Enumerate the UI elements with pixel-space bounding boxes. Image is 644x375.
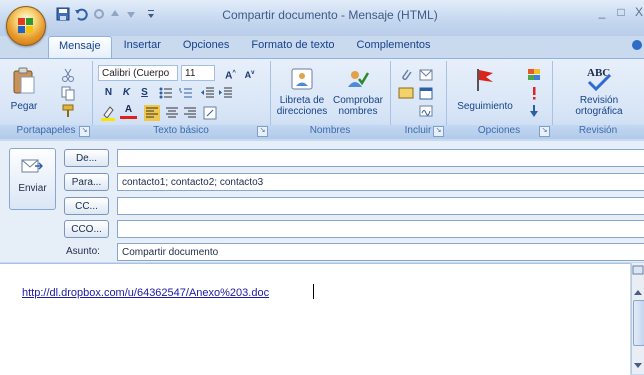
align-left-icon[interactable] xyxy=(144,105,160,121)
tab-complementos[interactable]: Complementos xyxy=(347,36,441,58)
align-center-icon[interactable] xyxy=(164,105,180,121)
bcc-field[interactable] xyxy=(117,220,644,238)
address-book-icon xyxy=(291,68,313,90)
grow-font-button[interactable]: A^ xyxy=(222,65,239,81)
customize-toolbar-icon[interactable] xyxy=(142,6,160,22)
send-button[interactable]: Enviar xyxy=(9,148,56,210)
underline-button[interactable]: S xyxy=(136,85,153,101)
paste-icon xyxy=(13,67,35,94)
group-label-nombres: Nombres xyxy=(270,125,390,139)
to-field[interactable]: contacto1; contacto2; contacto3 xyxy=(117,173,644,191)
bullets-icon[interactable] xyxy=(158,85,174,101)
tab-insertar[interactable]: Insertar xyxy=(114,36,171,58)
scroll-up-icon[interactable] xyxy=(633,288,643,296)
signature-icon[interactable] xyxy=(418,103,434,119)
format-painter-icon[interactable] xyxy=(60,103,76,119)
group-opciones: Seguimiento Opciones ↘ xyxy=(446,61,553,139)
subject-field[interactable]: Compartir documento xyxy=(117,243,644,261)
font-color-icon[interactable]: A xyxy=(120,103,137,119)
categorize-icon[interactable] xyxy=(526,67,542,83)
scroll-thumb[interactable] xyxy=(633,300,644,346)
font-size-combo[interactable]: 11 xyxy=(181,65,215,81)
font-name-combo[interactable]: Calibri (Cuerpo xyxy=(98,65,178,81)
from-field[interactable] xyxy=(117,149,644,167)
minimize-button[interactable]: _ xyxy=(593,5,611,21)
business-card-icon[interactable] xyxy=(398,85,414,101)
ribbon-tabs: Mensaje Insertar Opciones Formato de tex… xyxy=(48,36,443,61)
to-button[interactable]: Para... xyxy=(64,173,109,191)
attach-file-icon[interactable] xyxy=(398,67,414,83)
attach-item-icon[interactable] xyxy=(418,67,434,83)
send-envelope-icon xyxy=(21,159,43,173)
tab-opciones[interactable]: Opciones xyxy=(173,36,239,58)
address-book-label: Libreta de direcciones xyxy=(276,95,328,117)
subject-label: Asunto: xyxy=(66,246,100,257)
text-caret xyxy=(313,284,314,299)
paste-button[interactable]: Pegar xyxy=(4,65,44,121)
check-names-icon xyxy=(348,71,370,87)
numbering-icon[interactable] xyxy=(178,85,194,101)
align-right-icon[interactable] xyxy=(182,105,198,121)
spelling-label: Revisión ortográfica xyxy=(575,95,623,117)
check-names-label: Comprobar nombres xyxy=(332,95,384,117)
dialog-launcher-icon[interactable]: ↘ xyxy=(257,126,268,137)
address-book-button[interactable]: Libreta de direcciones xyxy=(276,65,328,121)
cc-field[interactable] xyxy=(117,197,644,215)
maximize-button[interactable]: □ xyxy=(612,5,630,21)
bcc-button[interactable]: CCO... xyxy=(64,220,109,238)
group-nombres: Libreta de direcciones Comprobar nombres… xyxy=(270,61,391,139)
group-incluir: Incluir ↘ xyxy=(390,61,447,139)
close-button[interactable]: X xyxy=(630,5,644,21)
low-importance-icon[interactable] xyxy=(526,103,542,119)
group-revision: ABC Revisión ortográfica Revisión xyxy=(552,61,644,139)
dialog-launcher-icon[interactable]: ↘ xyxy=(433,126,444,137)
ruler-toggle-icon[interactable] xyxy=(632,265,644,275)
shrink-font-button[interactable]: Av xyxy=(241,65,258,81)
highlight-icon[interactable] xyxy=(100,105,116,121)
window-title: Compartir documento - Mensaje (HTML) xyxy=(222,8,438,22)
dialog-launcher-icon[interactable]: ↘ xyxy=(79,126,90,137)
group-texto-basico: Calibri (Cuerpo 11 A^ Av N K S A Texto b… xyxy=(92,61,271,139)
calendar-icon[interactable] xyxy=(418,85,434,101)
body-link[interactable]: http://dl.dropbox.com/u/64362547/Anexo%2… xyxy=(22,287,269,299)
tab-formato-de-texto[interactable]: Formato de texto xyxy=(241,36,344,58)
group-label-opciones: Opciones xyxy=(446,125,552,139)
follow-up-flag-icon xyxy=(477,69,493,91)
follow-up-button[interactable]: Seguimiento xyxy=(452,65,518,121)
send-label: Enviar xyxy=(18,183,47,194)
group-portapapeles: Pegar Portapapeles ↘ xyxy=(0,61,93,139)
decrease-indent-icon[interactable] xyxy=(200,85,216,101)
check-names-button[interactable]: Comprobar nombres xyxy=(330,65,386,121)
message-body[interactable] xyxy=(0,263,630,375)
high-importance-icon[interactable] xyxy=(526,85,542,101)
increase-indent-icon[interactable] xyxy=(218,85,234,101)
cc-button[interactable]: CC... xyxy=(64,197,109,215)
from-button[interactable]: De... xyxy=(64,149,109,167)
help-icon[interactable] xyxy=(632,40,642,50)
spelling-button[interactable]: ABC Revisión ortográfica xyxy=(564,65,634,121)
copy-icon[interactable] xyxy=(60,85,76,101)
group-label-texto-basico: Texto básico xyxy=(92,125,270,139)
group-label-revision: Revisión xyxy=(552,125,644,139)
italic-button[interactable]: K xyxy=(118,85,135,101)
save-icon[interactable] xyxy=(54,6,72,22)
undo-icon[interactable] xyxy=(72,6,90,22)
cut-icon[interactable] xyxy=(60,67,76,83)
paste-label: Pegar xyxy=(10,101,38,112)
dialog-launcher-icon[interactable]: ↘ xyxy=(539,126,550,137)
scroll-down-icon[interactable] xyxy=(633,362,643,370)
clear-format-icon[interactable] xyxy=(202,105,218,121)
bold-button[interactable]: N xyxy=(100,85,117,101)
arrow-down-icon[interactable] xyxy=(122,6,140,22)
follow-up-label: Seguimiento xyxy=(457,101,513,112)
spelling-check-icon: ABC xyxy=(587,67,612,92)
office-button[interactable] xyxy=(6,6,46,46)
ribbon: Pegar Portapapeles ↘ Calibri (Cuerpo 11 … xyxy=(0,58,644,142)
office-logo-icon xyxy=(18,18,33,33)
